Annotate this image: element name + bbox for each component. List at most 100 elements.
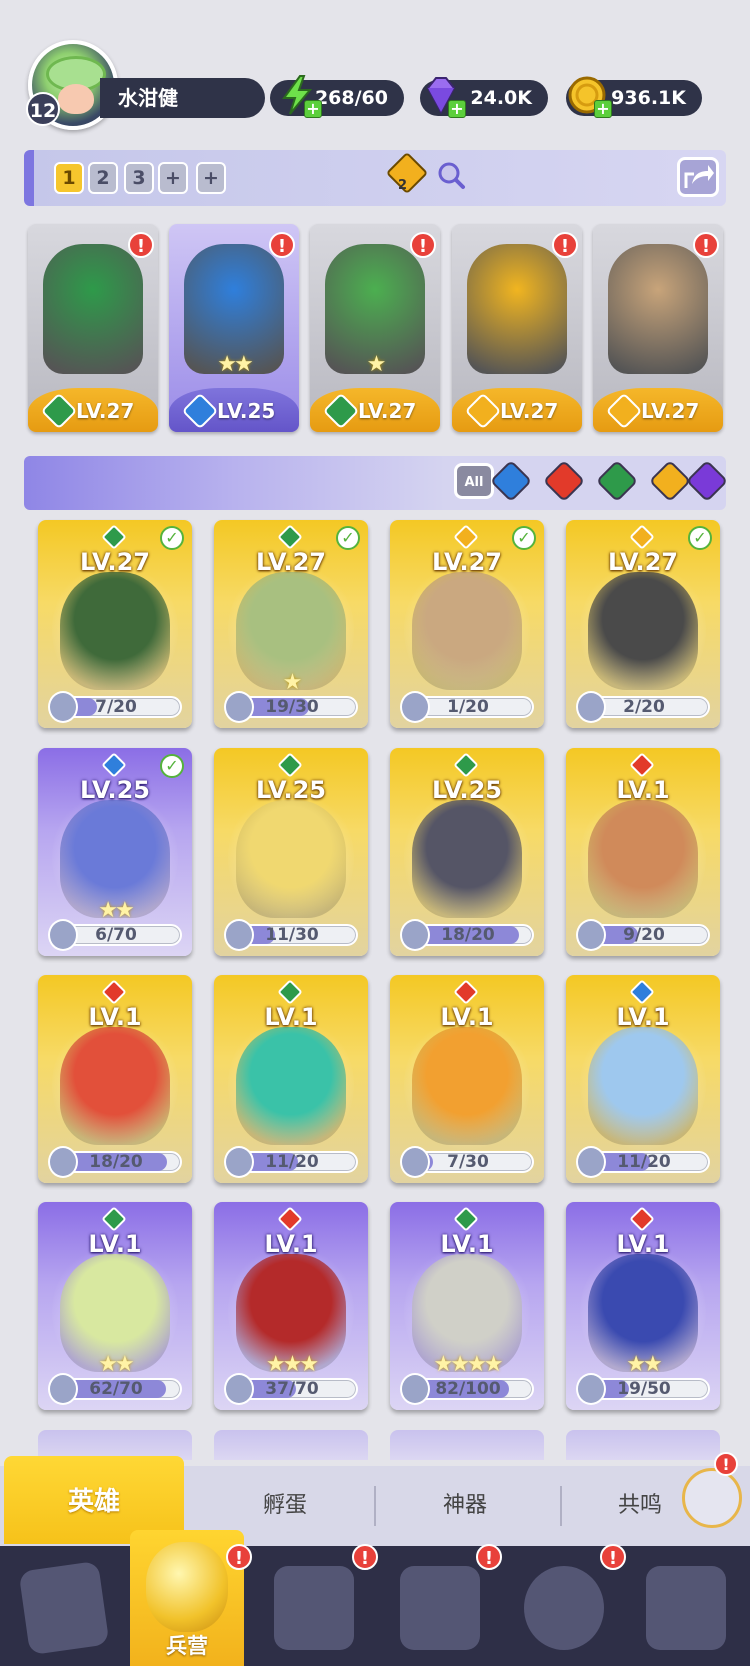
hero-portrait <box>236 800 346 918</box>
water-element-icon <box>101 752 127 778</box>
team-slot-3[interactable]: 3 <box>124 162 154 194</box>
nav-cards-icon[interactable] <box>18 1560 110 1656</box>
hero-level: LV.1 <box>88 1003 142 1031</box>
hero-card[interactable]: LV.1 9/20 <box>566 748 720 956</box>
fire-element-icon <box>629 752 655 778</box>
tab-resonance[interactable]: 共鸣 <box>580 1466 700 1546</box>
nav-guild-banner-icon[interactable] <box>646 1566 726 1650</box>
hero-card[interactable]: LV.25 ★★ ✓ 6/70 <box>38 748 192 956</box>
hero-card[interactable]: LV.1 ★★ 19/50 <box>566 1202 720 1410</box>
barracks-icon <box>146 1542 228 1632</box>
hero-card[interactable]: LV.1 7/30 <box>390 975 544 1183</box>
floating-action-button[interactable] <box>682 1468 742 1528</box>
alert-badge: ! <box>269 232 295 258</box>
owned-check-icon: ✓ <box>512 526 536 550</box>
synergy-count: 2 <box>398 178 408 193</box>
fire-element-icon <box>101 979 127 1005</box>
hero-shard-icon <box>400 691 430 723</box>
hero-shard-icon <box>48 1146 78 1178</box>
hero-level: LV.25 <box>432 776 502 804</box>
shard-progress-bar: 19/50 <box>576 1373 710 1405</box>
owned-check-icon: ✓ <box>160 754 184 778</box>
gem-add-icon[interactable]: + <box>448 100 466 118</box>
hero-card[interactable]: LV.27 ★ ✓ 19/30 <box>214 520 368 728</box>
hero-card[interactable]: LV.1 ★★★ 37/70 <box>214 1202 368 1410</box>
hero-card[interactable]: LV.1 ★★ 62/70 <box>38 1202 192 1410</box>
nav-alert-badge: ! <box>226 1544 252 1570</box>
team-slot-2[interactable]: 2 <box>88 162 118 194</box>
energy-icon[interactable]: + <box>276 74 322 118</box>
gold-coin-icon[interactable]: + <box>566 74 612 118</box>
hero-level: LV.27 <box>608 548 678 576</box>
gold-add-icon[interactable]: + <box>594 100 612 118</box>
hero-card[interactable]: LV.27 ✓ 7/20 <box>38 520 192 728</box>
share-icon[interactable] <box>677 157 719 197</box>
filter-all-button[interactable]: All <box>454 463 494 499</box>
hero-card[interactable]: LV.1 11/20 <box>566 975 720 1183</box>
zoom-search-icon[interactable] <box>436 160 466 194</box>
shard-progress-bar: 1/20 <box>400 691 534 723</box>
owned-check-icon: ✓ <box>160 526 184 550</box>
hero-shard-icon <box>576 919 606 951</box>
nav-alert-badge: ! <box>600 1544 626 1570</box>
wind-element-icon <box>277 979 303 1005</box>
energy-add-icon[interactable]: + <box>304 100 322 118</box>
team-slot-1[interactable]: 1 <box>54 162 84 194</box>
nav-book-icon[interactable] <box>274 1566 354 1650</box>
shard-progress-bar: 18/20 <box>48 1146 182 1178</box>
wind-element-icon <box>277 752 303 778</box>
hero-level: LV.1 <box>440 1230 494 1258</box>
team-slot-add-1[interactable]: + <box>158 162 188 194</box>
hero-card[interactable]: LV.1 ★★★★ 82/100 <box>390 1202 544 1410</box>
hero-portrait <box>588 800 698 918</box>
nav-barracks-label: 兵营 <box>166 1634 208 1658</box>
nav-alert-badge: ! <box>352 1544 378 1570</box>
star-rating: ★ <box>366 352 387 377</box>
hero-level: LV.1 <box>264 1230 318 1258</box>
hero-card[interactable]: LV.1 18/20 <box>38 975 192 1183</box>
hero-card[interactable]: LV.27 ✓ 1/20 <box>390 520 544 728</box>
hero-level: LV.25 <box>80 776 150 804</box>
alert-badge: ! <box>693 232 719 258</box>
hero-card[interactable]: LV.27 ✓ 2/20 <box>566 520 720 728</box>
nav-castle-icon[interactable] <box>400 1566 480 1650</box>
tab-divider <box>374 1486 376 1526</box>
hero-shard-icon <box>48 919 78 951</box>
shard-progress-bar: 7/20 <box>48 691 182 723</box>
hero-shard-icon <box>400 1146 430 1178</box>
player-name[interactable]: 水泔健 <box>100 78 265 118</box>
fire-element-icon <box>277 1206 303 1232</box>
hero-shard-icon <box>224 691 254 723</box>
fire-element-icon <box>629 1206 655 1232</box>
shard-progress-bar: 19/30 <box>224 691 358 723</box>
tab-divider <box>560 1486 562 1526</box>
hero-shard-icon <box>224 1373 254 1405</box>
hero-card-partial[interactable] <box>566 1430 720 1460</box>
team-slot-add-2[interactable]: + <box>196 162 226 194</box>
gem-icon[interactable]: + <box>420 74 466 118</box>
shard-progress-bar: 11/30 <box>224 919 358 951</box>
wind-element-icon <box>277 524 303 550</box>
shard-progress-bar: 2/20 <box>576 691 710 723</box>
hero-level: LV.27 <box>432 548 502 576</box>
nav-alert-badge: ! <box>476 1544 502 1570</box>
hero-card-partial[interactable] <box>214 1430 368 1460</box>
wind-element-icon <box>101 1206 127 1232</box>
fab-alert-badge: ! <box>714 1452 738 1476</box>
hero-shard-icon <box>400 919 430 951</box>
shard-progress-bar: 37/70 <box>224 1373 358 1405</box>
nav-mushroom-icon[interactable] <box>524 1566 604 1650</box>
hero-portrait <box>588 572 698 690</box>
shard-progress-bar: 82/100 <box>400 1373 534 1405</box>
shard-progress-bar: 9/20 <box>576 919 710 951</box>
hero-card[interactable]: LV.1 11/20 <box>214 975 368 1183</box>
hero-card-partial[interactable] <box>390 1430 544 1460</box>
wind-element-icon <box>101 524 127 550</box>
hero-card[interactable]: LV.25 18/20 <box>390 748 544 956</box>
hero-shard-icon <box>48 1373 78 1405</box>
hero-level: LV.25 <box>256 776 326 804</box>
tab-artifacts[interactable]: 神器 <box>380 1466 550 1546</box>
hero-card[interactable]: LV.25 11/30 <box>214 748 368 956</box>
wind-element-icon <box>453 752 479 778</box>
owned-check-icon: ✓ <box>336 526 360 550</box>
